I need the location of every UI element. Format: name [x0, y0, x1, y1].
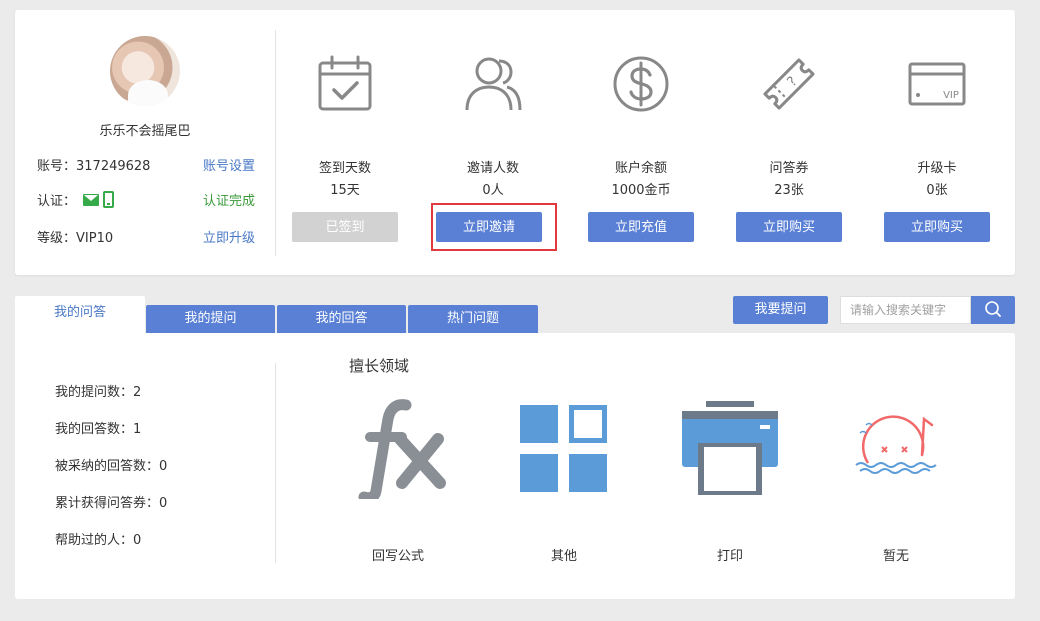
- tab-my-questions[interactable]: 我的提问: [146, 305, 275, 333]
- expertise-label: 回写公式: [371, 549, 424, 564]
- level-label: 等级：VIP10: [37, 231, 114, 246]
- stat-title: 签到天数: [318, 161, 371, 176]
- buy-upgrade-card-button[interactable]: 立即购买: [884, 212, 990, 242]
- vip-card-icon: VIP: [908, 62, 966, 106]
- expertise-label: 打印: [716, 549, 743, 564]
- stat-value: 0张: [926, 183, 948, 198]
- users-icon: [465, 57, 522, 111]
- username: 乐乐不会摇尾巴: [99, 124, 191, 139]
- qa-stats-list: 我的提问数：2 我的回答数：1 被采纳的回答数：0 累计获得问答券：0 帮助过的…: [55, 381, 255, 566]
- stat-qa-tickets: ? 问答券 23张 立即购买: [715, 10, 863, 275]
- qa-content-card: 我的提问数：2 我的回答数：1 被采纳的回答数：0 累计获得问答券：0 帮助过的…: [15, 333, 1015, 599]
- recharge-now-button[interactable]: 立即充值: [588, 212, 694, 242]
- list-item: 我的提问数：2: [55, 385, 142, 400]
- printer-icon: [682, 401, 778, 495]
- certification-complete-link[interactable]: 认证完成: [203, 190, 255, 209]
- list-item: 被采纳的回答数：0: [55, 459, 168, 474]
- user-summary-card: 乐乐不会摇尾巴 账号：317249628 账号设置 认证： 认证完成 等级：VI…: [15, 10, 1015, 275]
- certification-row: 认证： 认证完成: [37, 190, 255, 210]
- expertise-item-none[interactable]: 暂无: [813, 399, 979, 564]
- avatar[interactable]: [110, 36, 180, 106]
- email-verified-icon: [83, 193, 99, 206]
- expertise-title: 擅长领域: [349, 357, 410, 375]
- formula-fx-icon: [358, 399, 446, 504]
- tab-my-answers[interactable]: 我的回答: [277, 305, 406, 333]
- expertise-label: 其他: [550, 549, 577, 564]
- expertise-item-print[interactable]: 打印: [647, 399, 813, 564]
- stat-value: 15天: [330, 183, 360, 198]
- expertise-item-formula[interactable]: 回写公式: [315, 399, 481, 564]
- tab-my-qa[interactable]: 我的问答: [15, 296, 145, 334]
- expertise-item-other[interactable]: 其他: [481, 399, 647, 564]
- empty-face-icon: [855, 415, 937, 474]
- expertise-label: 暂无: [882, 549, 909, 564]
- level-row: 等级：VIP10 立即升级: [37, 227, 255, 247]
- ticket-icon: ?: [763, 58, 815, 110]
- calendar-check-icon: [318, 55, 372, 111]
- grid-icon: [520, 405, 607, 492]
- stat-balance: 账户余额 1000金币 立即充值: [567, 10, 715, 275]
- upgrade-now-link[interactable]: 立即升级: [203, 227, 255, 246]
- profile-panel: 乐乐不会摇尾巴 账号：317249628 账号设置 认证： 认证完成 等级：VI…: [15, 10, 275, 275]
- checked-in-button: 已签到: [292, 212, 398, 242]
- search-input[interactable]: [840, 296, 971, 324]
- stat-title: 邀请人数: [466, 161, 519, 176]
- svg-text:VIP: VIP: [943, 90, 959, 101]
- search-icon: [985, 301, 1001, 317]
- list-item: 帮助过的人：0: [55, 533, 142, 548]
- buy-tickets-button[interactable]: 立即购买: [736, 212, 842, 242]
- stat-title: 升级卡: [917, 161, 957, 176]
- account-row: 账号：317249628 账号设置: [37, 155, 255, 175]
- dollar-coin-icon: [613, 56, 669, 112]
- list-item: 我的回答数：1: [55, 422, 142, 437]
- stat-title: 账户余额: [614, 161, 667, 176]
- stat-value: 23张: [774, 183, 804, 198]
- account-number: 账号：317249628: [37, 159, 151, 174]
- tab-hot-questions[interactable]: 热门问题: [408, 305, 538, 333]
- stat-checkin: 签到天数 15天 已签到: [271, 10, 419, 275]
- list-item: 累计获得问答券：0: [55, 496, 168, 511]
- phone-verified-icon: [103, 191, 114, 208]
- stat-value: 0人: [482, 183, 504, 198]
- stat-title: 问答券: [769, 161, 809, 176]
- certification-label: 认证：: [37, 194, 77, 209]
- account-settings-link[interactable]: 账号设置: [203, 155, 255, 174]
- search-button[interactable]: [971, 296, 1015, 324]
- invite-highlight-frame: [431, 203, 557, 251]
- stat-value: 1000金币: [611, 183, 671, 198]
- stat-upgrade-card: VIP 升级卡 0张 立即购买: [863, 10, 1011, 275]
- divider: [275, 363, 276, 563]
- ask-question-button[interactable]: 我要提问: [733, 296, 828, 324]
